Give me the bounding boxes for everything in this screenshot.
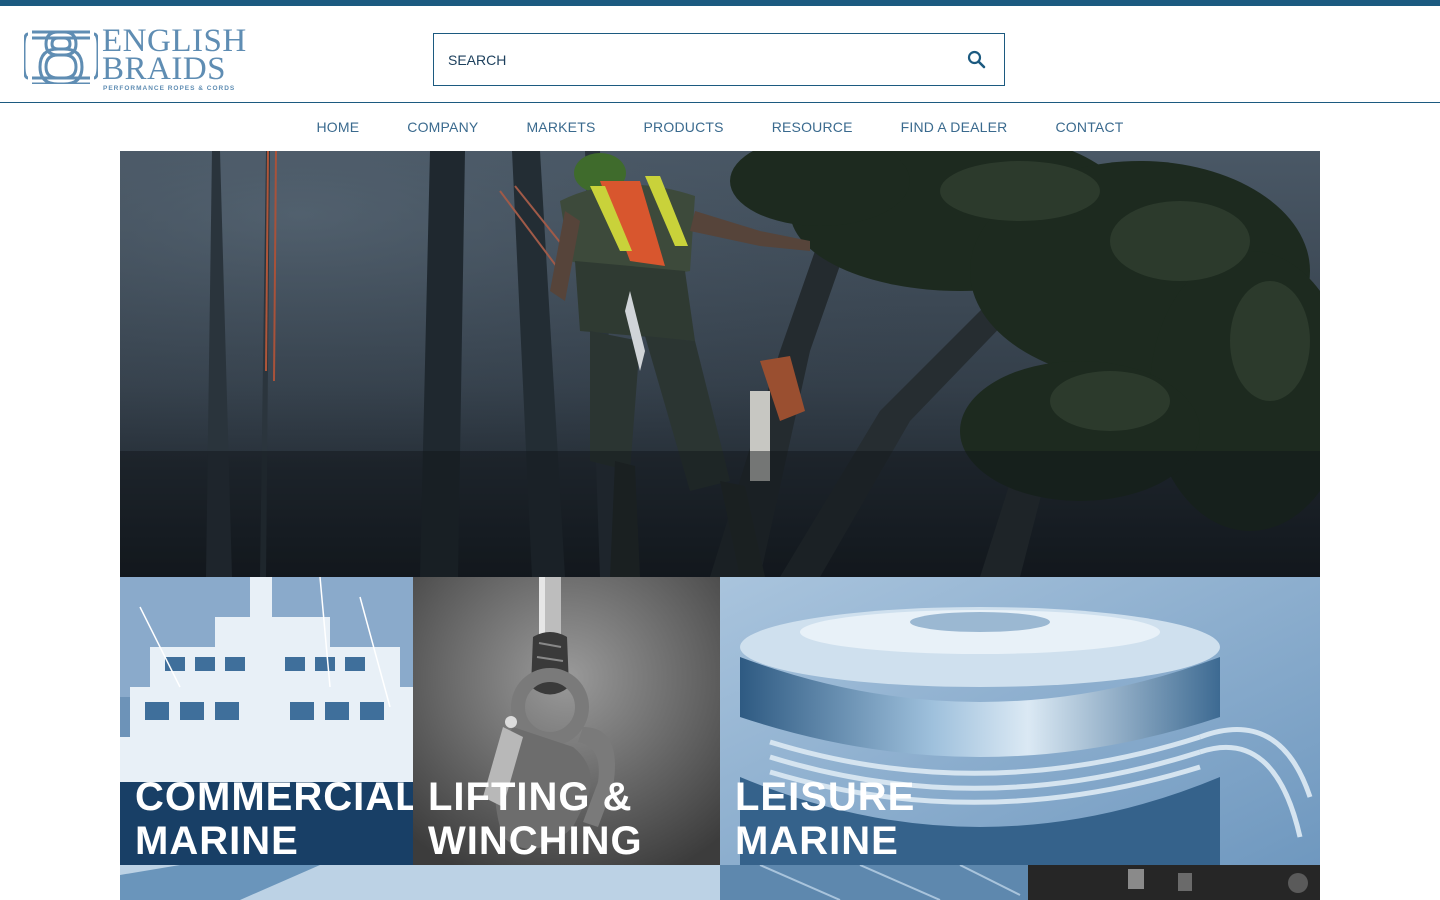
search-icon [967,50,986,69]
brand-tagline: PERFORMANCE ROPES & CORDS [103,85,236,92]
tile-leisure-marine[interactable]: LEISURE MARINE [720,577,1320,865]
site-header: ENGLISH BRAIDS PERFORMANCE ROPES & CORDS [0,6,1440,103]
nav-item-markets[interactable]: MARKETS [526,103,595,151]
tile-lifting-winching[interactable]: LIFTING & WINCHING [413,577,720,865]
tile-title-line1: LIFTING & [428,775,633,819]
tile-title: COMMERCIAL MARINE [135,775,413,863]
partial-tile-image [1028,865,1320,900]
hero-arborist-image [120,151,1320,577]
tile-title: LEISURE MARINE [735,775,915,863]
tile-title-line2: MARINE [735,819,899,863]
tile-title-line1: COMMERCIAL [135,775,413,819]
nav-item-contact[interactable]: CONTACT [1056,103,1124,151]
search-input[interactable] [448,34,948,85]
nav-item-find-a-dealer[interactable]: FIND A DEALER [901,103,1008,151]
brand-name-line2: BRAIDS [102,51,227,87]
partial-tile-image [120,865,720,900]
brand-logo[interactable]: ENGLISH BRAIDS PERFORMANCE ROPES & CORDS [24,25,264,100]
nav-item-products[interactable]: PRODUCTS [644,103,724,151]
tile-title-line1: LEISURE [735,775,916,819]
main-navigation: HOME COMPANY MARKETS PRODUCTS RESOURCE F… [0,103,1440,151]
hero-banner[interactable] [120,151,1320,577]
tile-partial-1[interactable] [120,865,720,900]
nav-item-company[interactable]: COMPANY [407,103,478,151]
tile-title-line2: WINCHING [428,819,643,863]
braid-logo-icon [24,30,98,84]
search-button[interactable] [966,49,988,71]
partial-tile-image [720,865,1028,900]
tile-title: LIFTING & WINCHING [428,775,643,863]
tile-partial-2[interactable] [720,865,1028,900]
tile-partial-3[interactable] [1028,865,1320,900]
nav-item-home[interactable]: HOME [316,103,359,151]
nav-item-resource[interactable]: RESOURCE [772,103,853,151]
tile-title-line2: MARINE [135,819,299,863]
tile-commercial-marine[interactable]: COMMERCIAL MARINE [120,577,413,865]
search-box [433,33,1005,86]
